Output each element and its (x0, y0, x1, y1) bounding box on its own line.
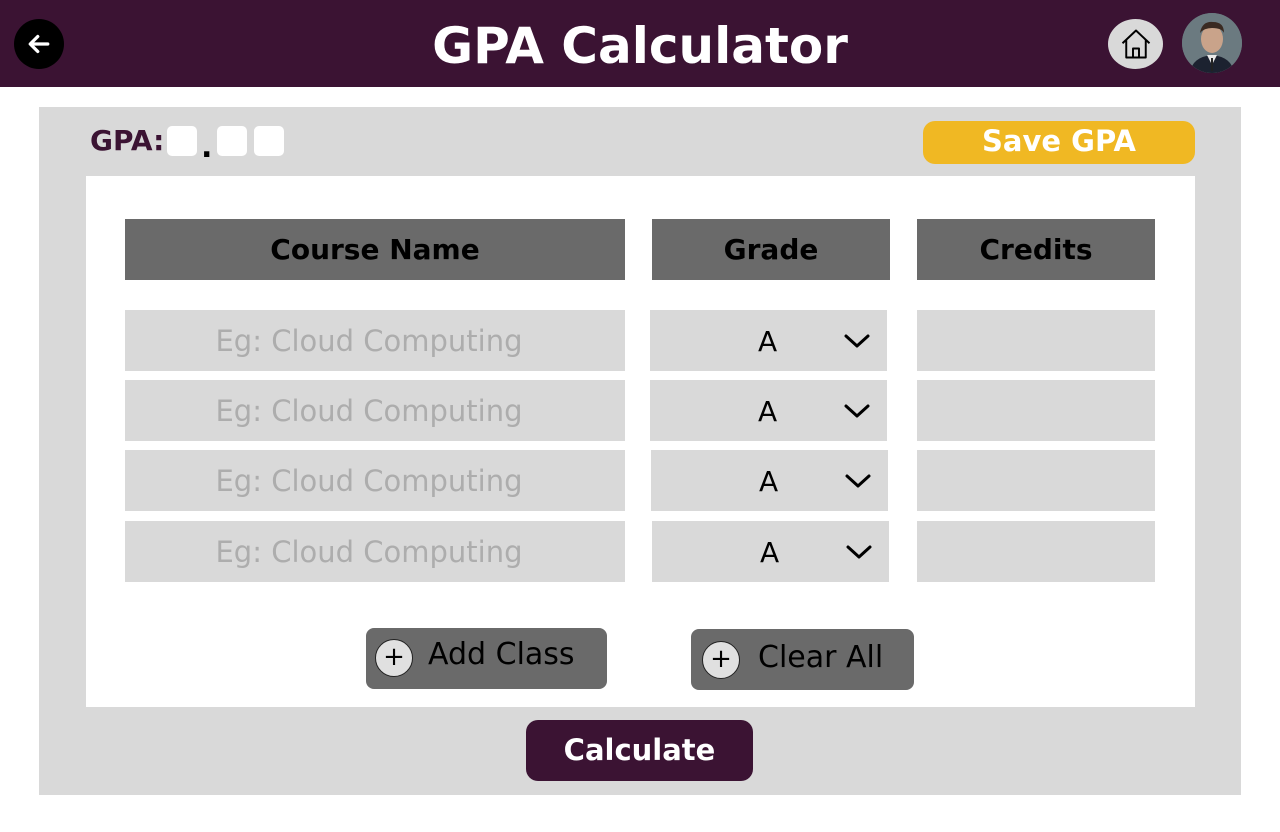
grade-value: A (758, 325, 778, 358)
chevron-down-icon (844, 404, 870, 418)
grade-select[interactable]: A (650, 380, 887, 441)
column-header-grade: Grade (652, 219, 890, 280)
grade-value: A (758, 395, 778, 428)
clear-all-button[interactable]: + Clear All (691, 629, 914, 690)
course-name-input[interactable] (125, 380, 625, 441)
course-name-cell (125, 310, 625, 371)
gpa-decimal-point: . (201, 130, 213, 165)
chevron-down-icon (846, 545, 872, 559)
course-name-input[interactable] (125, 521, 625, 582)
home-button[interactable] (1108, 19, 1163, 69)
arrow-left-icon (28, 34, 50, 54)
avatar[interactable] (1182, 13, 1242, 73)
save-gpa-button[interactable]: Save GPA (923, 121, 1195, 164)
gpa-digit-2 (217, 126, 247, 156)
top-bar (0, 0, 1280, 87)
gpa-digit-3 (254, 126, 284, 156)
credits-input[interactable] (917, 521, 1155, 582)
grade-select[interactable]: A (651, 450, 888, 511)
clear-all-label: Clear All (758, 640, 884, 675)
plus-icon: + (702, 641, 740, 679)
credits-input[interactable] (917, 310, 1155, 371)
user-avatar-icon (1182, 13, 1242, 73)
grade-value: A (760, 536, 780, 569)
chevron-down-icon (844, 334, 870, 348)
credits-input[interactable] (917, 380, 1155, 441)
column-header-credits: Credits (917, 219, 1155, 280)
back-button[interactable] (14, 19, 64, 69)
add-class-label: Add Class (428, 637, 575, 672)
column-header-course: Course Name (125, 219, 625, 280)
gpa-label: GPA: (90, 124, 165, 157)
course-name-input[interactable] (125, 310, 625, 371)
course-name-cell (125, 450, 625, 511)
course-name-cell (125, 521, 625, 582)
course-name-cell (125, 380, 625, 441)
gpa-digit-1 (167, 126, 197, 156)
grade-value: A (759, 465, 779, 498)
plus-icon: + (375, 639, 413, 677)
credits-input[interactable] (917, 450, 1155, 511)
grade-select[interactable]: A (650, 310, 887, 371)
grade-select[interactable]: A (652, 521, 889, 582)
home-icon (1121, 29, 1150, 59)
add-class-button[interactable]: + Add Class (366, 628, 607, 689)
chevron-down-icon (845, 474, 871, 488)
calculate-button[interactable]: Calculate (526, 720, 753, 781)
course-name-input[interactable] (125, 450, 625, 511)
